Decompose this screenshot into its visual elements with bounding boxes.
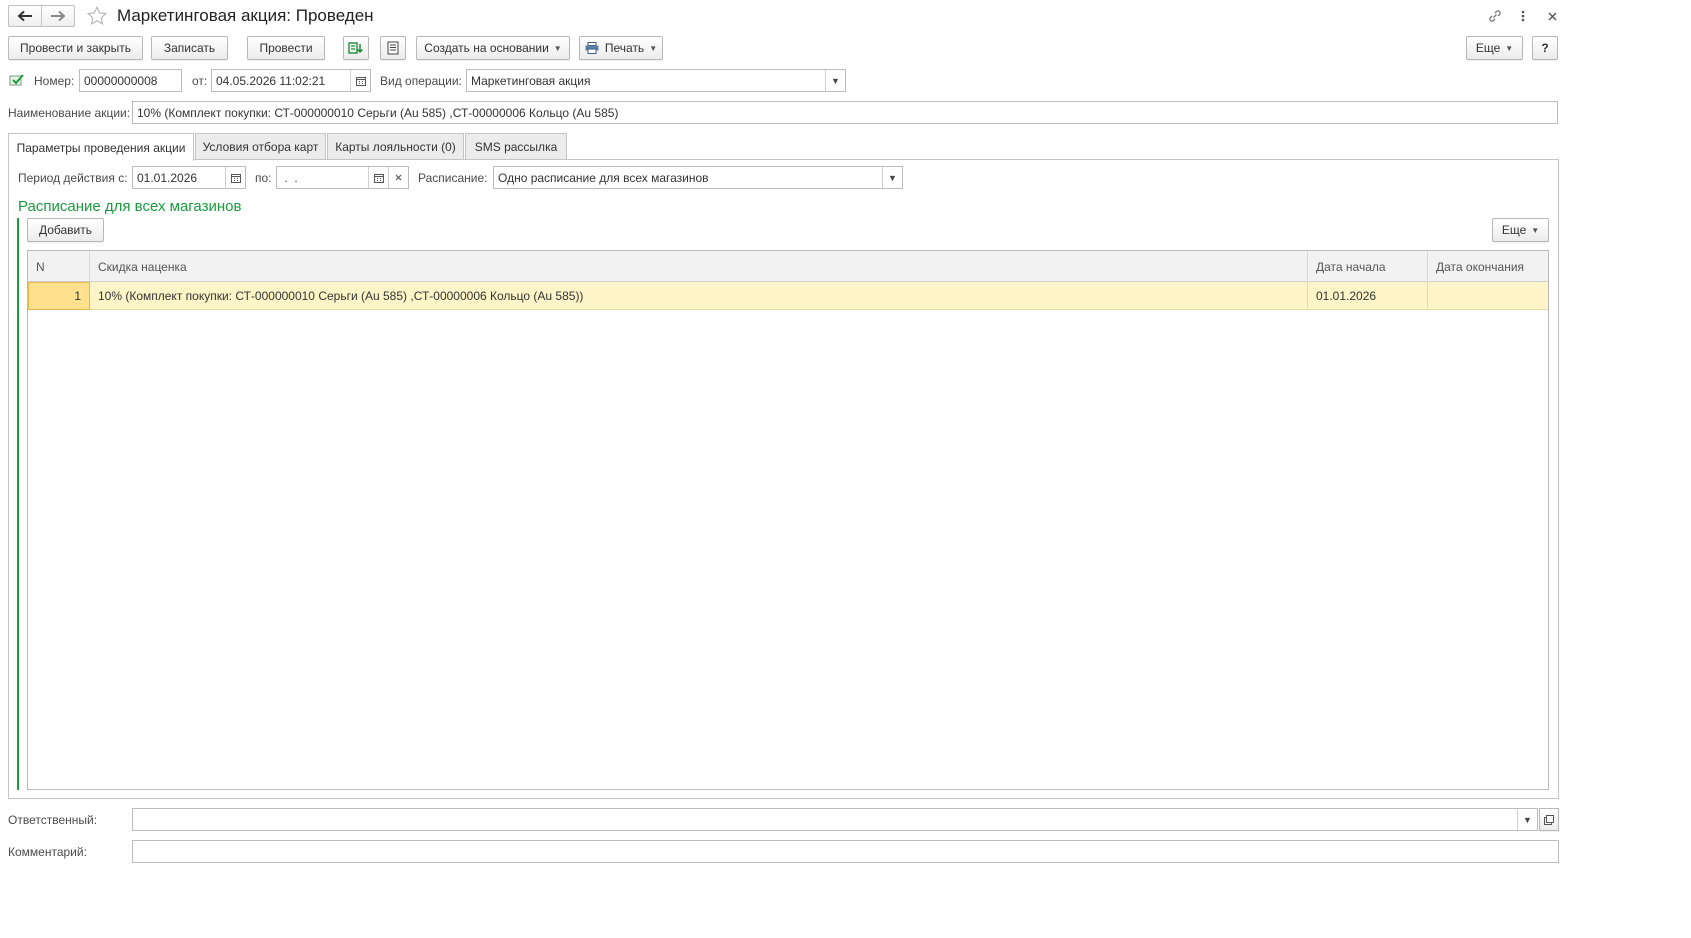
date-label: от:	[192, 74, 208, 88]
chevron-down-icon: ▼	[553, 43, 562, 53]
comment-field[interactable]	[132, 840, 1559, 863]
close-button[interactable]	[1544, 7, 1560, 25]
table-more-label: Еще	[1501, 223, 1527, 237]
period-from-field[interactable]: 01.01.2026	[132, 166, 246, 189]
open-window-icon	[1544, 814, 1554, 825]
print-label: Печать	[604, 41, 645, 55]
link-button[interactable]	[1486, 7, 1504, 25]
table-more-button[interactable]: Еще ▼	[1492, 218, 1549, 242]
more-label: Еще	[1475, 41, 1501, 55]
star-icon	[86, 5, 108, 26]
link-icon	[1489, 10, 1501, 22]
chevron-down-icon: ▼	[888, 172, 897, 183]
schedule-value: Одно расписание для всех магазинов	[498, 170, 709, 185]
schedule-table: N Скидка наценка Дата начала Дата оконча…	[27, 250, 1549, 790]
favorite-button[interactable]	[85, 4, 109, 28]
group-accent-line	[17, 218, 19, 790]
arrow-right-icon	[51, 10, 66, 22]
number-label: Номер:	[34, 74, 75, 88]
period-to-field[interactable]: . .	[276, 166, 409, 189]
operation-value: Маркетинговая акция	[471, 73, 591, 88]
responsible-label: Ответственный:	[8, 813, 98, 827]
arrow-left-icon	[17, 10, 32, 22]
chevron-down-icon: ▼	[1523, 814, 1532, 825]
calendar-icon	[355, 76, 366, 86]
operation-dropdown-button[interactable]: ▼	[825, 70, 845, 91]
tab-sms[interactable]: SMS рассылка	[465, 133, 567, 159]
open-responsible-button[interactable]	[1539, 808, 1559, 831]
calendar-icon	[373, 173, 384, 183]
forward-button[interactable]	[42, 6, 74, 26]
table-header: N Скидка наценка Дата начала Дата оконча…	[28, 251, 1548, 282]
schedule-label: Расписание:	[418, 171, 488, 185]
vertical-dots-icon	[1521, 10, 1525, 22]
report-icon	[387, 41, 399, 55]
calendar-button[interactable]	[225, 167, 245, 188]
period-to-label: по:	[255, 171, 272, 185]
clear-button[interactable]	[388, 167, 408, 188]
operation-select[interactable]: Маркетинговая акция ▼	[466, 69, 846, 92]
calendar-button[interactable]	[350, 70, 370, 91]
cell-discount[interactable]: 10% (Комплект покупки: СТ-000000010 Серь…	[90, 282, 1308, 310]
responsible-field[interactable]: ▼	[132, 808, 1538, 831]
operation-label: Вид операции:	[380, 74, 462, 88]
chevron-down-icon: ▼	[1505, 43, 1514, 53]
promo-name-label: Наименование акции:	[8, 106, 131, 120]
chevron-down-icon: ▼	[1531, 225, 1540, 235]
tab-card-conditions[interactable]: Условия отбора карт	[195, 133, 326, 159]
date-field[interactable]: 04.05.2026 11:02:21	[211, 69, 371, 92]
cell-start-date[interactable]: 01.01.2026	[1308, 282, 1428, 310]
responsible-dropdown-button[interactable]: ▼	[1517, 809, 1537, 830]
document-movements-icon	[348, 42, 364, 54]
post-and-close-button[interactable]: Провести и закрыть	[8, 36, 143, 60]
menu-button[interactable]	[1516, 7, 1530, 25]
table-row[interactable]: 1 10% (Комплект покупки: СТ-000000010 Се…	[28, 282, 1548, 310]
period-to-value: . .	[281, 170, 302, 185]
printer-icon	[585, 42, 599, 54]
cell-end-date[interactable]	[1428, 282, 1548, 310]
save-button[interactable]: Записать	[151, 36, 228, 60]
period-from-value: 01.01.2026	[137, 170, 198, 185]
window-title: Маркетинговая акция: Проведен	[117, 6, 374, 25]
tab-params[interactable]: Параметры проведения акции	[8, 133, 194, 161]
cell-n[interactable]: 1	[28, 282, 90, 310]
post-button[interactable]: Провести	[247, 36, 325, 60]
chevron-down-icon: ▼	[831, 75, 840, 86]
comment-label: Комментарий:	[8, 845, 87, 859]
column-header-n[interactable]: N	[28, 251, 90, 282]
column-header-end-date[interactable]: Дата окончания	[1428, 251, 1548, 282]
back-button[interactable]	[9, 6, 42, 26]
calendar-icon	[230, 173, 241, 183]
column-header-discount[interactable]: Скидка наценка	[90, 251, 1308, 282]
group-title: Расписание для всех магазинов	[18, 198, 242, 215]
nav-buttons	[8, 5, 75, 27]
movements-button[interactable]	[343, 36, 369, 60]
period-label: Период действия с:	[18, 171, 128, 185]
chevron-down-icon: ▼	[649, 43, 658, 53]
schedule-select[interactable]: Одно расписание для всех магазинов ▼	[493, 166, 903, 189]
schedule-dropdown-button[interactable]: ▼	[882, 167, 902, 188]
more-button[interactable]: Еще ▼	[1466, 36, 1523, 60]
create-based-on-button[interactable]: Создать на основании ▼	[416, 36, 570, 60]
promo-name-field[interactable]: 10% (Комплект покупки: СТ-000000010 Серь…	[132, 101, 1558, 124]
posted-check-icon	[9, 74, 24, 86]
create-based-on-label: Создать на основании	[424, 41, 549, 55]
help-button[interactable]: ?	[1532, 36, 1558, 60]
calendar-button[interactable]	[368, 167, 388, 188]
column-header-start-date[interactable]: Дата начала	[1308, 251, 1428, 282]
cell-n-value: 1	[74, 289, 81, 303]
print-button[interactable]: Печать ▼	[579, 36, 663, 60]
add-button[interactable]: Добавить	[27, 218, 104, 242]
number-field[interactable]: 00000000008	[79, 69, 182, 92]
close-icon	[395, 174, 402, 181]
close-icon	[1548, 12, 1556, 20]
date-value: 04.05.2026 11:02:21	[216, 73, 326, 88]
tab-loyalty-cards[interactable]: Карты лояльности (0)	[327, 133, 464, 159]
report-button[interactable]	[380, 36, 406, 60]
